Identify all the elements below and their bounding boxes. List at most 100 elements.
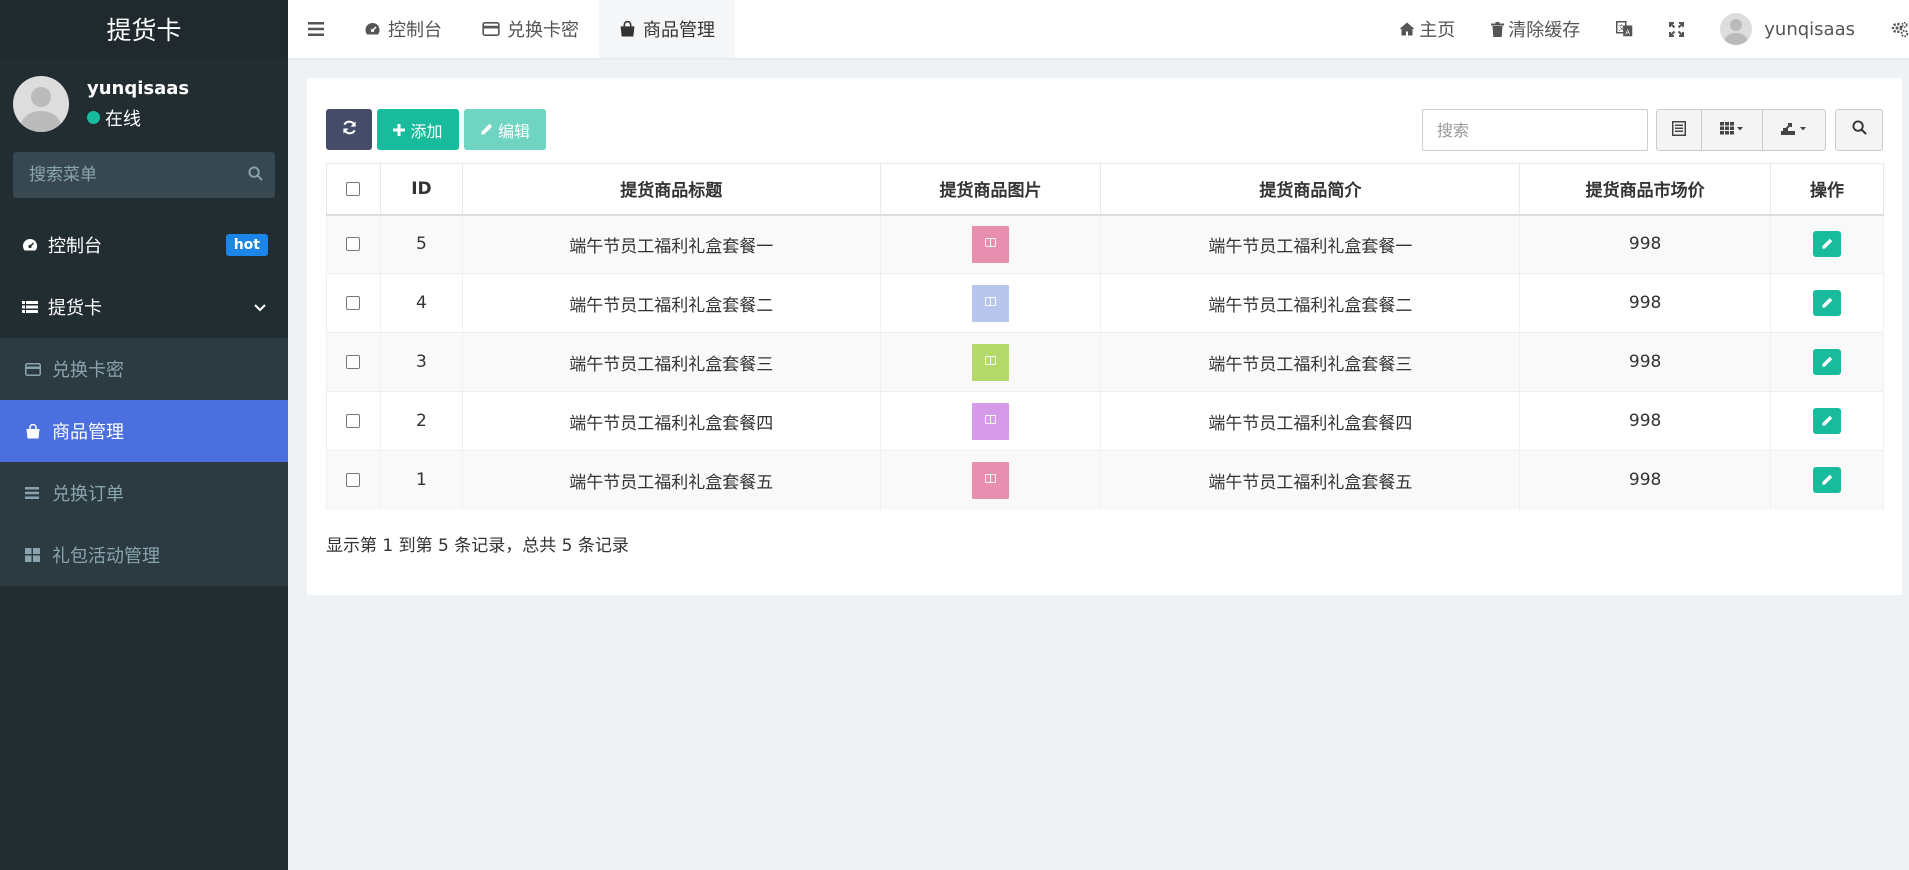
dashboard-icon xyxy=(22,238,48,252)
product-thumbnail[interactable] xyxy=(972,225,1010,263)
cell-image xyxy=(879,391,1102,451)
select-all-checkbox[interactable] xyxy=(346,181,361,196)
gears-icon[interactable] xyxy=(1873,0,1909,58)
cell-actions xyxy=(1770,214,1884,274)
sidebar-item-label: 商品管理 xyxy=(52,422,124,443)
brand-logo[interactable]: 提货卡 xyxy=(0,0,288,58)
cell-actions xyxy=(1770,391,1884,451)
user-status-label: 在线 xyxy=(105,108,141,130)
sidebar-item-label: 兑换订单 xyxy=(52,484,124,505)
trash-icon xyxy=(1491,21,1505,37)
row-edit-button[interactable] xyxy=(1813,349,1841,375)
tab-redeem-codes[interactable]: 兑换卡密 xyxy=(462,0,599,58)
export-dropdown[interactable] xyxy=(1762,109,1826,151)
products-table: ID 提货商品标题 提货商品图片 提货商品简介 提货商品市场价 操作 5 端午节… xyxy=(326,163,1884,510)
submenu: 兑换卡密 商品管理 兑换订单 礼包活动管理 xyxy=(0,338,288,586)
tab-dashboard[interactable]: 控制台 xyxy=(344,0,462,58)
cell-id: 2 xyxy=(379,391,463,451)
pencil-icon xyxy=(1822,474,1833,485)
row-checkbox[interactable] xyxy=(346,237,361,252)
gift-icon xyxy=(985,238,997,248)
cell-title: 端午节员工福利礼盒套餐二 xyxy=(461,273,881,333)
language-icon[interactable]: 文A xyxy=(1598,0,1651,58)
user-status: 在线 xyxy=(87,105,189,131)
online-dot-icon xyxy=(87,111,100,124)
shopping-bag-icon xyxy=(25,423,52,439)
refresh-button[interactable] xyxy=(326,109,372,150)
product-thumbnail[interactable] xyxy=(972,343,1010,381)
tab-label: 控制台 xyxy=(388,20,442,41)
row-edit-button[interactable] xyxy=(1813,290,1841,316)
edit-button[interactable]: 编辑 xyxy=(464,109,546,150)
table-search-input[interactable] xyxy=(1437,120,1633,140)
edit-label: 编辑 xyxy=(497,123,530,141)
cell-intro: 端午节员工福利礼盒套餐二 xyxy=(1100,273,1521,333)
pencil-icon xyxy=(1822,297,1833,308)
product-thumbnail[interactable] xyxy=(972,402,1010,440)
search-icon[interactable] xyxy=(248,165,263,185)
cell-id: 3 xyxy=(379,332,463,392)
product-thumbnail[interactable] xyxy=(972,461,1010,499)
user-menu[interactable]: yunqisaas xyxy=(1702,0,1873,58)
row-select-cell xyxy=(326,450,381,510)
sidebar-item-dashboard[interactable]: 控制台 hot xyxy=(0,214,288,276)
pagination-info: 显示第 1 到第 5 条记录，总共 5 条记录 xyxy=(326,536,629,556)
column-header-intro[interactable]: 提货商品简介 xyxy=(1100,163,1521,216)
sidebar-item-redeem-codes[interactable]: 兑换卡密 xyxy=(0,338,288,400)
sidebar-item-label: 提货卡 xyxy=(48,298,102,319)
cell-intro: 端午节员工福利礼盒套餐三 xyxy=(1100,332,1521,392)
row-checkbox[interactable] xyxy=(346,414,361,428)
row-checkbox[interactable] xyxy=(346,296,361,310)
content-panel: 添加 编辑 搜索 ID 提货商品标题 提货商品图片 提货商品简介 提货商品市场价… xyxy=(307,78,1902,595)
tab-label: 商品管理 xyxy=(643,20,715,41)
user-name: yunqisaas xyxy=(87,77,190,99)
tab-product-management[interactable]: 商品管理 xyxy=(599,0,735,58)
row-edit-button[interactable] xyxy=(1813,467,1841,494)
row-select-cell xyxy=(326,214,381,274)
search-icon xyxy=(1851,120,1867,140)
home-link[interactable]: 主页 xyxy=(1381,0,1473,58)
sidebar-item-pickup-card[interactable]: 提货卡 xyxy=(0,276,288,338)
sidebar-item-gift-activity[interactable]: 礼包活动管理 xyxy=(0,524,288,586)
refresh-icon xyxy=(342,120,357,140)
cell-image xyxy=(879,450,1102,510)
column-header-image[interactable]: 提货商品图片 xyxy=(879,163,1102,216)
sidebar-item-redeem-orders[interactable]: 兑换订单 xyxy=(0,462,288,524)
fullscreen-icon[interactable] xyxy=(1651,0,1702,58)
menu-search-input[interactable] xyxy=(29,165,248,185)
menu-toggle-icon[interactable] xyxy=(288,0,344,58)
row-checkbox[interactable] xyxy=(346,473,361,488)
list-icon xyxy=(22,300,48,314)
cell-intro: 端午节员工福利礼盒套餐四 xyxy=(1100,391,1521,451)
cell-title: 端午节员工福利礼盒套餐三 xyxy=(461,332,881,392)
add-button[interactable]: 添加 xyxy=(377,109,459,150)
pencil-icon xyxy=(1822,356,1833,367)
cell-title: 端午节员工福利礼盒套餐四 xyxy=(461,391,881,451)
user-panel: yunqisaas 在线 xyxy=(0,58,288,150)
row-edit-button[interactable] xyxy=(1813,231,1841,258)
sidebar-item-label: 兑换卡密 xyxy=(52,360,124,381)
columns-grid-icon xyxy=(1720,121,1744,139)
cell-price: 998 xyxy=(1519,214,1772,274)
sidebar-item-product-management[interactable]: 商品管理 xyxy=(0,400,288,462)
row-select-cell xyxy=(326,273,381,333)
clear-cache-button[interactable]: 清除缓存 xyxy=(1473,0,1598,58)
column-header-actions: 操作 xyxy=(1770,163,1884,216)
column-header-id[interactable]: ID xyxy=(379,163,463,216)
toggle-view-button[interactable] xyxy=(1656,109,1702,151)
cell-image xyxy=(879,273,1102,333)
avatar xyxy=(13,76,69,132)
product-thumbnail[interactable] xyxy=(972,284,1010,322)
table-row: 1 端午节员工福利礼盒套餐五 端午节员工福利礼盒套餐五 998 xyxy=(326,450,1884,510)
row-edit-button[interactable] xyxy=(1813,408,1841,434)
columns-dropdown[interactable] xyxy=(1701,109,1763,151)
row-select-cell xyxy=(326,332,381,392)
cell-actions xyxy=(1770,450,1884,510)
shopping-bag-icon xyxy=(619,21,636,37)
column-header-price[interactable]: 提货商品市场价 xyxy=(1519,163,1772,216)
column-header-title[interactable]: 提货商品标题 xyxy=(461,163,881,216)
pencil-icon xyxy=(1822,415,1833,426)
grid-icon xyxy=(25,548,52,562)
search-button[interactable] xyxy=(1835,109,1883,151)
row-checkbox[interactable] xyxy=(346,355,361,369)
